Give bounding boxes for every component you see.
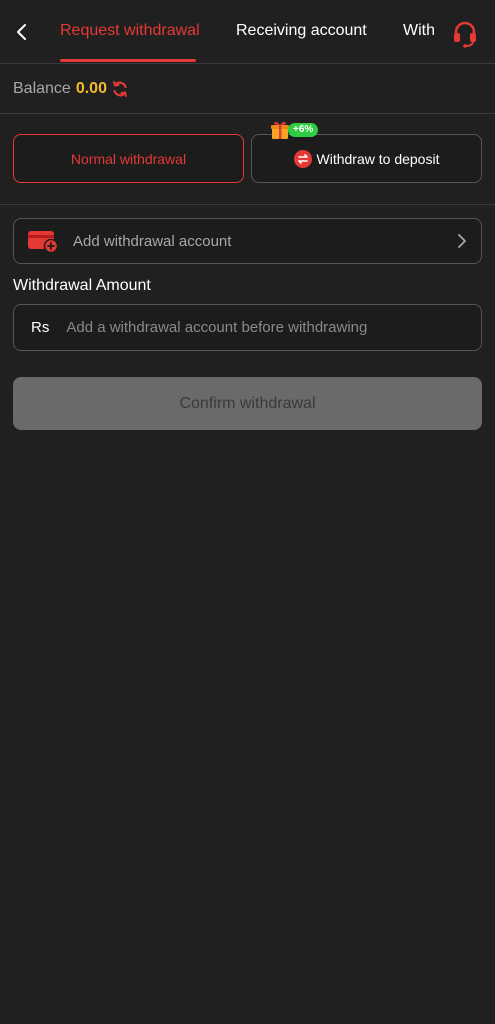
normal-withdrawal-button[interactable]: Normal withdrawal <box>13 134 244 183</box>
top-nav-bar: Request withdrawal Receiving account Wit… <box>0 0 495 64</box>
tab-request-withdrawal[interactable]: Request withdrawal <box>60 22 200 40</box>
withdraw-to-deposit-button[interactable]: Withdraw to deposit <box>251 134 482 183</box>
withdrawal-mode-section: Normal withdrawal Withdraw to deposit +6… <box>0 114 495 205</box>
normal-withdrawal-label: Normal withdrawal <box>70 150 187 167</box>
bonus-percentage: +6% <box>288 123 319 137</box>
withdraw-to-deposit-label: Withdraw to deposit <box>316 150 440 167</box>
back-button[interactable] <box>8 18 36 46</box>
tab-receiving-account[interactable]: Receiving account <box>236 22 367 40</box>
swap-icon <box>293 149 312 168</box>
bonus-badge: +6% <box>270 119 319 141</box>
chevron-left-icon <box>17 24 26 40</box>
balance-label: Balance <box>13 79 71 97</box>
active-tab-indicator <box>60 59 196 62</box>
tab-withdrawal-history[interactable]: With <box>403 22 435 40</box>
withdrawal-amount-title: Withdrawal Amount <box>13 277 151 294</box>
wallet-add-icon <box>28 231 59 253</box>
refresh-icon[interactable] <box>111 80 129 98</box>
balance-value: 0.00 <box>75 79 107 97</box>
currency-symbol: Rs <box>31 319 50 336</box>
withdrawal-amount-input[interactable] <box>66 319 481 336</box>
balance-row: Balance 0.00 <box>0 64 495 114</box>
chevron-right-icon <box>458 234 466 248</box>
headset-icon <box>454 21 476 48</box>
withdrawal-amount-field: Rs <box>13 304 482 351</box>
add-withdrawal-account-label: Add withdrawal account <box>73 232 232 250</box>
add-withdrawal-account-row[interactable]: Add withdrawal account <box>13 218 482 264</box>
support-button[interactable] <box>448 16 482 50</box>
confirm-withdrawal-button[interactable]: Confirm withdrawal <box>13 377 482 430</box>
gift-icon <box>271 121 289 139</box>
